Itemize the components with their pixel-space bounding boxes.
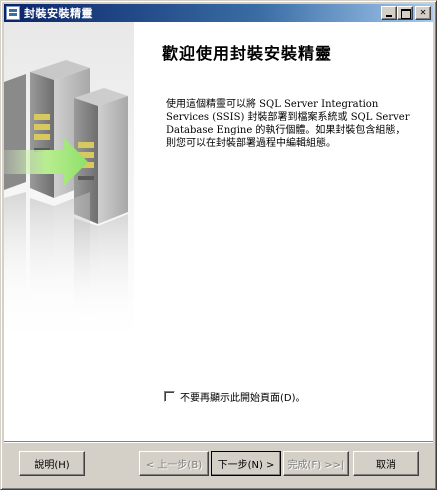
package-icon bbox=[6, 6, 20, 20]
cancel-button[interactable]: 取消 bbox=[353, 451, 419, 476]
minimize-button[interactable] bbox=[381, 6, 397, 20]
dont-show-again-label[interactable]: 不要再顯示此開始頁面(D)。 bbox=[180, 389, 306, 404]
server-deploy-arrow-icon bbox=[4, 60, 128, 322]
dont-show-again-checkbox[interactable] bbox=[164, 391, 175, 402]
title-bar-controls: ✕ bbox=[381, 6, 431, 20]
dont-show-again-option[interactable]: 不要再顯示此開始頁面(D)。 bbox=[164, 389, 306, 404]
wizard-window: 封裝安裝精靈 ✕ 歡迎使用封裝安裝精靈 使用這個精靈可以將 SQL Server… bbox=[0, 0, 437, 490]
finish-button[interactable]: 完成(F) >>| bbox=[283, 451, 349, 476]
page-title: 歡迎使用封裝安裝精靈 bbox=[162, 44, 333, 63]
title-bar[interactable]: 封裝安裝精靈 ✕ bbox=[4, 4, 433, 22]
server-illustration bbox=[4, 22, 134, 441]
help-button[interactable]: 說明(H) bbox=[19, 451, 85, 476]
maximize-button[interactable] bbox=[397, 6, 413, 20]
welcome-description: 使用這個精靈可以將 SQL Server Integration Service… bbox=[166, 99, 410, 149]
close-button[interactable]: ✕ bbox=[415, 6, 431, 20]
window-title: 封裝安裝精靈 bbox=[24, 7, 93, 20]
welcome-panel: 歡迎使用封裝安裝精靈 使用這個精靈可以將 SQL Server Integrat… bbox=[4, 22, 433, 441]
button-separator bbox=[4, 441, 433, 443]
next-button[interactable]: 下一步(N) > bbox=[211, 451, 281, 476]
back-button[interactable]: < 上一步(B) bbox=[139, 451, 209, 476]
